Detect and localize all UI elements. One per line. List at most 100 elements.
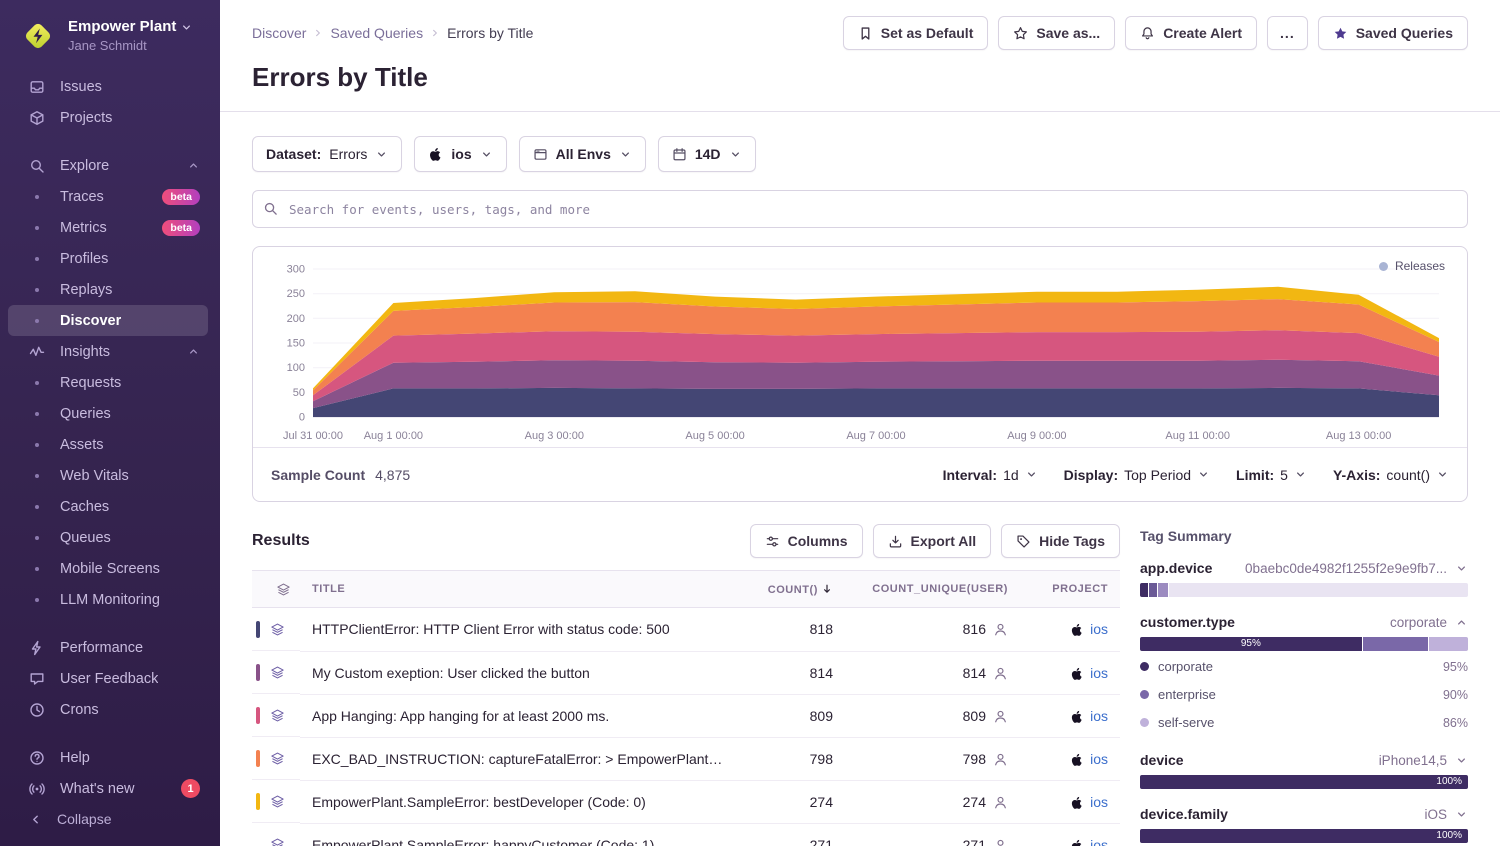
column-header-count-unique[interactable]: COUNT_UNIQUE(USER) [845,571,1020,608]
chevron-down-icon [1455,562,1468,575]
project-link[interactable]: ios [1090,708,1108,724]
tag-header-toggle[interactable]: customer.type corporate [1140,614,1468,630]
sidebar-item-label: Issues [60,79,102,95]
tag-bar-segment[interactable]: 95% [1140,637,1362,651]
sidebar-item-mobile-screens[interactable]: Mobile Screens [8,553,208,584]
tag-bar-segment[interactable] [1140,583,1148,597]
sidebar-item-queries[interactable]: Queries [8,398,208,429]
sidebar-item-help[interactable]: Help [8,742,208,773]
sidebar-item-llm-monitoring[interactable]: LLM Monitoring [8,584,208,615]
chevron-up-icon [1455,616,1468,629]
page-header: DiscoverSaved QueriesErrors by Title Set… [220,0,1500,111]
sidebar-item-caches[interactable]: Caches [8,491,208,522]
sidebar-item-label: Projects [60,110,112,126]
column-header-count[interactable]: COUNT() [737,571,845,608]
sidebar-item-what-s-new[interactable]: What's new1 [8,773,208,802]
row-project-cell: ios [1020,780,1120,823]
sliders-icon [765,534,780,549]
hide-tags-button[interactable]: Hide Tags [1001,524,1120,558]
sidebar-item-web-vitals[interactable]: Web Vitals [8,460,208,491]
project-link[interactable]: ios [1090,751,1108,767]
sidebar-item-explore[interactable]: Explore [8,150,208,181]
project-link[interactable]: ios [1090,621,1108,637]
y-axis-dropdown[interactable]: Y-Axis:count() [1333,467,1449,483]
layers-icon[interactable] [270,622,285,637]
more-options-button[interactable]: ... [1267,16,1308,50]
sidebar-item-crons[interactable]: Crons [8,694,208,725]
sidebar-item-assets[interactable]: Assets [8,429,208,460]
breadcrumb-item-discover[interactable]: Discover [252,25,306,41]
interval-dropdown[interactable]: Interval:1d [943,467,1038,483]
project-link[interactable]: ios [1090,794,1108,810]
display-dropdown[interactable]: Display:Top Period [1064,467,1210,483]
sidebar-item-replays[interactable]: Replays [8,274,208,305]
column-header-project[interactable]: PROJECT [1020,571,1120,608]
export-all-button[interactable]: Export All [873,524,992,558]
row-title-link[interactable]: EmpowerPlant.SampleError: happyCustomer … [300,823,737,846]
column-header-title[interactable]: TITLE [300,571,737,608]
sidebar-item-issues[interactable]: Issues [8,71,208,102]
calendar-icon [672,147,687,162]
search-input[interactable] [252,190,1468,228]
tag-bar-segment[interactable] [1429,637,1468,651]
dataset-selector[interactable]: Dataset: Errors [252,136,402,172]
sidebar-item-profiles[interactable]: Profiles [8,243,208,274]
org-switcher[interactable]: Empower Plant Jane Schmidt [0,14,220,71]
layers-icon[interactable] [270,794,285,809]
saved-queries-button[interactable]: Saved Queries [1318,16,1468,50]
svg-text:0: 0 [299,412,305,424]
tag-bar-segment[interactable]: 100% [1140,775,1468,789]
sidebar-nav: Issues Projects ExploreTracesbetaMetricsbe… [0,71,220,802]
project-selector[interactable]: ios [414,136,506,172]
tag-bar-segment[interactable]: 100% [1140,829,1468,843]
sidebar-item-user-feedback[interactable]: User Feedback [8,663,208,694]
tag-header-toggle[interactable]: device.family iOS [1140,806,1468,822]
layers-icon[interactable] [270,837,285,846]
tag-bar-segment[interactable] [1158,583,1168,597]
download-icon [888,534,903,549]
row-title-link[interactable]: EXC_BAD_INSTRUCTION: captureFatalError: … [300,737,737,780]
tag-bar-segment[interactable] [1363,637,1428,651]
create-alert-label: Create Alert [1163,25,1242,41]
chevron-left-icon [28,812,43,827]
row-count-unique-value: 814 [845,651,1020,694]
chevron-down-icon [1294,468,1307,481]
layers-icon[interactable] [270,708,285,723]
tag-name: device.family [1140,806,1228,822]
releases-legend-toggle[interactable]: Releases [1379,259,1445,273]
set-as-default-button[interactable]: Set as Default [843,16,989,50]
columns-button[interactable]: Columns [750,524,863,558]
svg-text:100: 100 [287,362,305,374]
row-title-link[interactable]: HTTPClientError: HTTP Client Error with … [300,608,737,652]
sidebar-item-insights[interactable]: Insights [8,336,208,367]
sidebar-item-discover[interactable]: Discover [8,305,208,336]
sidebar-item-projects[interactable]: Projects [8,102,208,133]
date-range-selector[interactable]: 14D [658,136,756,172]
row-title-link[interactable]: EmpowerPlant.SampleError: bestDeveloper … [300,780,737,823]
row-title-link[interactable]: My Custom exeption: User clicked the but… [300,651,737,694]
tag-bar-segment[interactable] [1169,583,1468,597]
sidebar-item-requests[interactable]: Requests [8,367,208,398]
sidebar-item-queues[interactable]: Queues [8,522,208,553]
project-link[interactable]: ios [1090,665,1108,681]
create-alert-button[interactable]: Create Alert [1125,16,1257,50]
environment-selector[interactable]: All Envs [519,136,646,172]
sidebar-item-traces[interactable]: Tracesbeta [8,181,208,212]
sidebar-item-performance[interactable]: Performance [8,632,208,663]
layers-icon[interactable] [270,751,285,766]
legend-percent: 90% [1443,688,1468,702]
limit-dropdown[interactable]: Limit:5 [1236,467,1307,483]
star-icon [1013,26,1028,41]
tag-bar-segment[interactable] [1149,583,1157,597]
svg-text:Aug 5 00:00: Aug 5 00:00 [685,430,744,442]
project-link[interactable]: ios [1090,837,1108,846]
tag-header-toggle[interactable]: device iPhone14,5 [1140,752,1468,768]
breadcrumb-item-saved-queries[interactable]: Saved Queries [330,25,423,41]
sidebar-collapse-button[interactable]: Collapse [0,802,220,836]
sidebar-item-metrics[interactable]: Metricsbeta [8,212,208,243]
layers-icon[interactable] [270,665,285,680]
row-title-link[interactable]: App Hanging: App hanging for at least 20… [300,694,737,737]
tag-header-toggle[interactable]: app.device 0baebc0de4982f1255f2e9e9fb7..… [1140,560,1468,576]
row-count-unique-value: 809 [845,694,1020,737]
save-as-button[interactable]: Save as... [998,16,1115,50]
